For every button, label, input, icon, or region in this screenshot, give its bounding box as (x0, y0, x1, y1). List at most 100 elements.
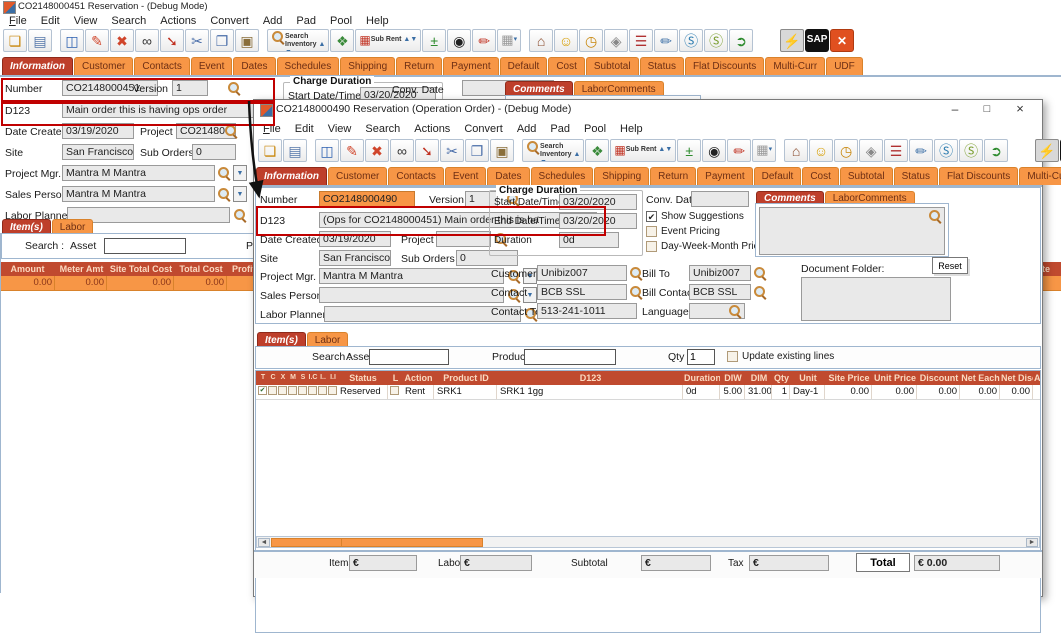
smiley-icon[interactable]: ☺ (809, 139, 833, 162)
note-edit2-icon[interactable]: ✏ (909, 139, 933, 162)
tab-default[interactable]: Default (754, 167, 802, 185)
menu-edit[interactable]: Edit (34, 14, 67, 28)
search-inventory-button[interactable]: SearchInventory ▲▼ (267, 29, 329, 52)
menu-add[interactable]: Add (510, 122, 544, 136)
row-l-check[interactable] (390, 386, 399, 395)
version-field[interactable]: 1 (172, 80, 208, 96)
plus-minus-icon[interactable]: ± (422, 29, 446, 52)
org-building-icon[interactable]: ⌂ (784, 139, 808, 162)
menu-pool[interactable]: Pool (577, 122, 613, 136)
tab-information[interactable]: Information (256, 167, 327, 185)
dlg-end-field[interactable]: 03/20/2020 (559, 213, 637, 229)
dlg-update-existing-checkbox[interactable] (727, 351, 738, 362)
tab-schedules[interactable]: Schedules (277, 57, 340, 75)
exit-badge[interactable]: ✕ (830, 29, 854, 52)
new-icon[interactable]: ❏ (3, 29, 27, 52)
reset-button[interactable]: Reset (932, 257, 968, 274)
edit-pencil-icon[interactable]: ✎ (85, 29, 109, 52)
checkbox-day-week-month-pricing[interactable] (646, 241, 657, 252)
sub-rent-button[interactable]: ▦Sub Rent ▲▼ (610, 139, 676, 162)
dlg-hscrollbar[interactable]: ◄ ► (256, 536, 1040, 548)
maximize-button[interactable]: □ (972, 100, 1002, 120)
tab-status[interactable]: Status (894, 167, 938, 185)
tab-event[interactable]: Event (191, 57, 233, 75)
row-check[interactable] (328, 386, 337, 395)
find-binoculars-icon[interactable]: ∞ (390, 139, 414, 162)
colored-cubes-icon[interactable]: ❖ (330, 29, 354, 52)
menu-search[interactable]: Search (104, 14, 153, 28)
project-mgr-lookup-icon[interactable] (217, 166, 231, 180)
tab-cost[interactable]: Cost (802, 167, 839, 185)
tab-dates[interactable]: Dates (233, 57, 275, 75)
s-arrow-icon[interactable]: Ⓢ (679, 29, 703, 52)
scroll-left-arrow[interactable]: ◄ (258, 538, 270, 547)
tab-payment[interactable]: Payment (443, 57, 498, 75)
tab-multi-curr[interactable]: Multi-Curr (1019, 167, 1061, 185)
tab-contacts[interactable]: Contacts (134, 57, 189, 75)
cut-icon[interactable]: ✂ (440, 139, 464, 162)
note-edit-icon[interactable]: ✏ (472, 29, 496, 52)
date-created-field[interactable]: 03/19/2020 (62, 123, 134, 139)
menu-add[interactable]: Add (256, 14, 290, 28)
checkbox-show-suggestions[interactable] (646, 211, 657, 222)
minimize-button[interactable]: – (940, 100, 970, 120)
row-check[interactable] (298, 386, 307, 395)
menu-help[interactable]: Help (359, 14, 396, 28)
dlg-project-field[interactable] (436, 231, 491, 247)
dlg-qty-input[interactable] (687, 349, 715, 365)
lightning-icon[interactable]: ⚡ (1035, 139, 1059, 162)
labor-planner-lookup-icon[interactable] (233, 208, 247, 222)
truck-icon[interactable]: ➲ (729, 29, 753, 52)
dlg-customer-lookup-icon[interactable] (629, 266, 643, 280)
tab-flat-discounts[interactable]: Flat Discounts (939, 167, 1018, 185)
tab-return[interactable]: Return (650, 167, 696, 185)
tab-multi-curr[interactable]: Multi-Curr (765, 57, 825, 75)
dlg-bill-to-lookup-icon[interactable] (753, 266, 767, 280)
edit-pencil-icon[interactable]: ✎ (340, 139, 364, 162)
row-check[interactable] (288, 386, 297, 395)
tab-return[interactable]: Return (396, 57, 442, 75)
dlg-contact-lookup-icon[interactable] (629, 285, 643, 299)
tab-cost[interactable]: Cost (548, 57, 585, 75)
books-icon[interactable]: ☰ (884, 139, 908, 162)
grid-icon[interactable]: ▦▾ (497, 29, 521, 52)
copy-icon[interactable]: ❐ (210, 29, 234, 52)
menu-view[interactable]: View (67, 14, 105, 28)
print-icon[interactable]: ▤ (283, 139, 307, 162)
dlg-language-lookup-icon[interactable] (728, 304, 742, 318)
smiley-icon[interactable]: ☺ (554, 29, 578, 52)
grid-icon[interactable]: ▦▾ (752, 139, 776, 162)
dlg-comments-textarea[interactable] (759, 207, 945, 255)
paste-icon[interactable]: ▣ (235, 29, 259, 52)
dlg-hscroll-thumb[interactable] (271, 538, 483, 547)
row-check[interactable] (308, 386, 317, 395)
row-check[interactable] (318, 386, 327, 395)
tab-dates[interactable]: Dates (487, 167, 529, 185)
dlg-customer-field[interactable]: Unibiz007 (537, 265, 627, 281)
tab-flat-discounts[interactable]: Flat Discounts (685, 57, 764, 75)
menu-view[interactable]: View (321, 122, 359, 136)
dlg-contact-field[interactable]: BCB SSL (537, 284, 627, 300)
find-binoculars-icon[interactable]: ∞ (135, 29, 159, 52)
tab-contacts[interactable]: Contacts (388, 167, 443, 185)
tab-information[interactable]: Information (2, 57, 73, 75)
sales-person-dropdown[interactable]: ▼ (233, 186, 247, 202)
books-icon[interactable]: ☰ (629, 29, 653, 52)
tab-shipping[interactable]: Shipping (594, 167, 649, 185)
tab-event[interactable]: Event (445, 167, 487, 185)
total-button[interactable]: Total (856, 553, 910, 572)
s-arrow-icon[interactable]: Ⓢ (934, 139, 958, 162)
dlg-bill-to-field[interactable]: Unibiz007 (689, 265, 751, 281)
search-inventory-button[interactable]: SearchInventory ▲▼ (522, 139, 584, 162)
tab-shipping[interactable]: Shipping (340, 57, 395, 75)
sales-person-lookup-icon[interactable] (217, 187, 231, 201)
delete-icon[interactable]: ✖ (110, 29, 134, 52)
dlg-comments-lookup-icon[interactable] (928, 209, 942, 223)
dlg-asset-input[interactable] (369, 349, 449, 365)
delete-icon[interactable]: ✖ (365, 139, 389, 162)
project-mgr-dropdown[interactable]: ▼ (233, 165, 247, 181)
dlg-number-field[interactable]: CO2148000490 (319, 191, 415, 207)
project-mgr-field[interactable]: Mantra M Mantra (62, 165, 215, 181)
site-field[interactable]: San Francisco (62, 144, 134, 160)
spheres-icon[interactable]: ◉ (447, 29, 471, 52)
